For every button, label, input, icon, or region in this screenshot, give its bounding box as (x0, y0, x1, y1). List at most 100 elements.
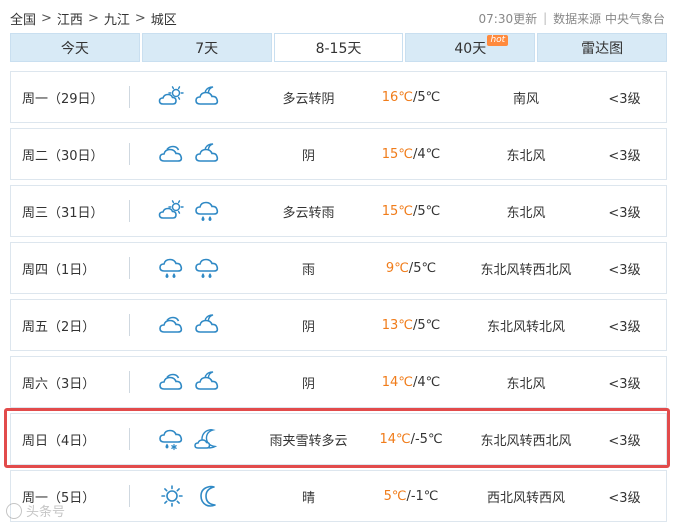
wind-level: <3级 (608, 433, 641, 449)
high-temperature: 13℃ (381, 317, 413, 333)
overcast-icon (159, 373, 183, 390)
wind-direction: 东北风转西北风 (480, 433, 572, 449)
forecast-date: 周六（3日） (22, 376, 96, 392)
tab-label: 雷达图 (581, 40, 624, 57)
forecast-row: 周六（3日）阴 14℃/4℃ 东北风 <3级 (10, 356, 667, 408)
temperature-range: 5℃ / -1℃ (356, 471, 466, 521)
tab-8-15-days[interactable]: 8-15天 (273, 33, 404, 62)
forecast-row: 周五（2日）阴 13℃/5℃ 东北风转北风 <3级 (10, 299, 667, 351)
weather-icons (156, 186, 231, 236)
data-source-label: 数据来源 中央气象台 (553, 11, 665, 26)
forecast-tabs: 今天 7天 8-15天 40天 hot 雷达图 (10, 33, 667, 62)
weather-icons (156, 300, 231, 350)
sunny-icon (161, 485, 183, 507)
partly-cloudy-night-icon (194, 429, 218, 449)
clear-night-icon (200, 485, 216, 507)
forecast-row: 周四（1日）雨 9℃/5℃ 东北风转西北风 <3级 (10, 242, 667, 294)
low-temperature: 4℃ (417, 146, 441, 162)
forecast-date: 周二（30日） (22, 148, 104, 164)
update-time: 07:30更新 (478, 11, 538, 26)
row-divider (129, 485, 130, 507)
hot-badge: hot (487, 35, 509, 46)
watermark-logo-icon (6, 502, 22, 519)
data-source-info: 07:30更新 | 数据来源 中央气象台 (479, 7, 665, 29)
tab-label: 7天 (195, 40, 219, 57)
forecast-row: 周二（30日）阴 15℃/4℃ 东北风 <3级 (10, 128, 667, 180)
high-temperature: 9℃ (385, 260, 409, 276)
wind-level: <3级 (608, 262, 641, 278)
low-temperature: -5℃ (414, 431, 443, 447)
tab-7-days[interactable]: 7天 (141, 33, 272, 62)
temperature-range: 15℃/5℃ (356, 186, 466, 236)
low-temperature: 4℃ (417, 374, 441, 390)
wind-level: <3级 (608, 91, 641, 107)
breadcrumb-item-city[interactable]: 九江 (104, 9, 130, 28)
breadcrumb-item-district: 城区 (150, 12, 177, 28)
row-divider (129, 200, 130, 222)
rain-icon (159, 258, 183, 278)
cloudy-night-icon (195, 314, 219, 333)
high-temperature: 15℃ (381, 203, 413, 219)
temperature-range: 16℃/5℃ (356, 72, 466, 122)
low-temperature: 5℃ (417, 203, 441, 219)
breadcrumb-item-province[interactable]: 江西 (57, 9, 83, 28)
overcast-icon (159, 316, 183, 333)
temperature-range: 13℃/5℃ (356, 300, 466, 350)
cloudy-night-icon (195, 143, 219, 162)
row-divider (129, 428, 130, 450)
weather-icons (156, 243, 231, 293)
weather-icons (156, 129, 231, 179)
breadcrumb-separator: > (134, 10, 146, 26)
wind-level: <3级 (608, 376, 641, 392)
partly-cloudy-day-icon (158, 200, 184, 219)
tab-label: 今天 (60, 40, 89, 57)
tab-today[interactable]: 今天 (10, 33, 140, 62)
forecast-row: 周一（5日）晴 5℃ / -1℃ 西北风转西风 <3级 (10, 470, 667, 522)
temperature-range: 15℃/4℃ (356, 129, 466, 179)
wind-level: <3级 (608, 205, 641, 221)
cloudy-night-icon (195, 86, 219, 105)
row-divider (129, 86, 130, 108)
temperature-range: 14℃ / -5℃ (356, 414, 466, 464)
wind-direction: 东北风 (506, 148, 546, 164)
forecast-row: 周一（29日） 多云转阴 16℃/5℃ 南风 <3级 (10, 71, 667, 123)
forecast-list: 周一（29日） 多云转阴 16℃/5℃ 南风 <3级 周二（30日）阴 15℃/4℃ 东北风 <… (10, 71, 667, 525)
overcast-icon (159, 145, 183, 162)
high-temperature: 14℃ (379, 431, 411, 447)
wind-level: <3级 (608, 148, 641, 164)
breadcrumb-separator: > (41, 10, 52, 26)
tab-40-days[interactable]: 40天 hot (405, 33, 536, 62)
high-temperature: 16℃ (381, 89, 413, 105)
breadcrumb: 全国 > 江西 > 九江 > 城区 (10, 7, 177, 29)
wind-direction: 南风 (512, 91, 539, 107)
high-temperature: 14℃ (381, 374, 413, 390)
tab-radar[interactable]: 雷达图 (537, 33, 667, 62)
tab-label: 8-15天 (315, 40, 362, 57)
forecast-row: 周日（4日） 雨夹雪转多云 14℃ / -5℃ 东北风转西北风 <3级 (10, 413, 667, 465)
weather-icons (156, 357, 231, 407)
weather-icons (156, 414, 231, 464)
low-temperature: 5℃ (413, 260, 437, 276)
forecast-date: 周日（4日） (22, 433, 96, 449)
breadcrumb-separator: > (87, 10, 99, 26)
breadcrumb-item-country[interactable]: 全国 (10, 9, 36, 28)
row-divider (129, 314, 130, 336)
row-divider (129, 257, 130, 279)
watermark: 头条号 (6, 501, 65, 520)
source-divider: | (543, 11, 548, 25)
low-temperature: 5℃ (417, 89, 441, 105)
forecast-date: 周四（1日） (22, 262, 96, 278)
forecast-date: 周一（29日） (22, 91, 104, 107)
tab-label: 40天 (454, 40, 487, 57)
low-temperature: -1℃ (410, 488, 439, 504)
forecast-row: 周三（31日） 多云转雨 15℃/5℃ 东北风 <3级 (10, 185, 667, 237)
high-temperature: 15℃ (381, 146, 413, 162)
partly-cloudy-day-icon (158, 86, 184, 105)
high-temperature: 5℃ (383, 488, 407, 504)
wind-direction: 东北风 (506, 376, 546, 392)
sleet-icon (159, 429, 183, 451)
forecast-date: 周五（2日） (22, 319, 96, 335)
forecast-date: 周三（31日） (22, 205, 104, 221)
row-divider (129, 371, 130, 393)
rain-icon (195, 201, 219, 221)
